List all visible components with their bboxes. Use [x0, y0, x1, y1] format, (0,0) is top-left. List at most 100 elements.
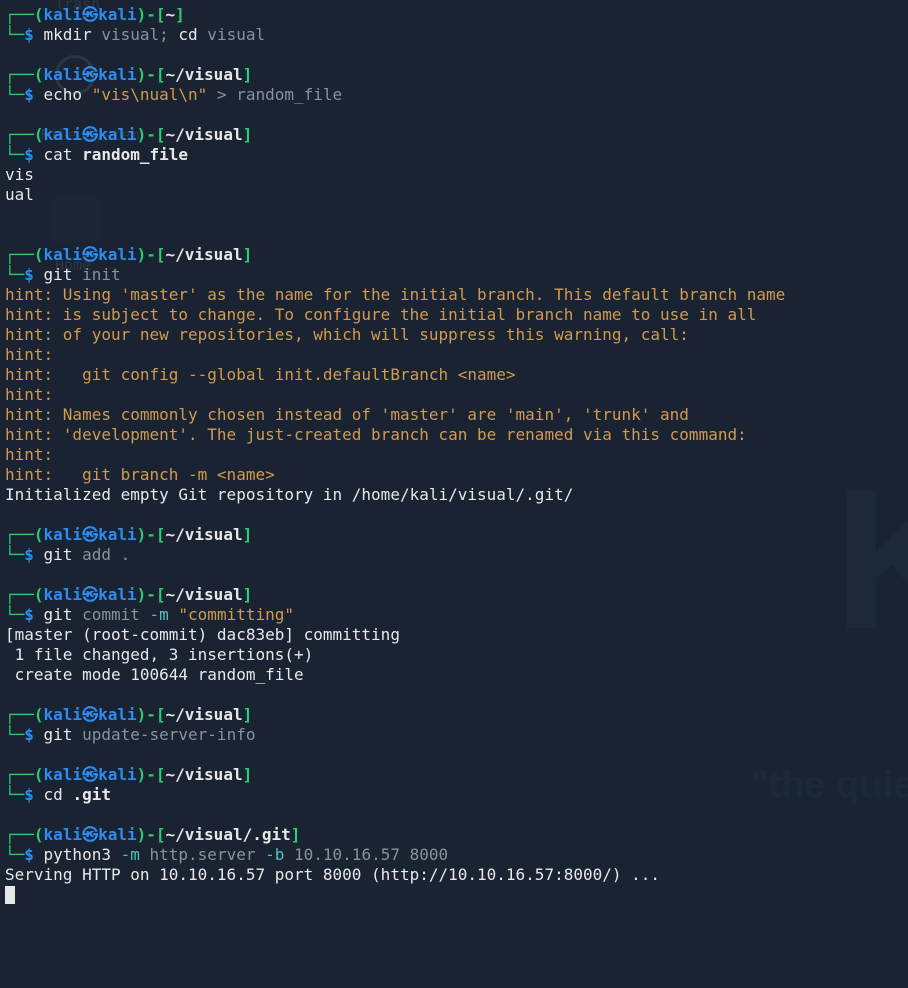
prompt-decor: ┌──(: [5, 65, 44, 84]
cmd-part: update-server-info: [72, 725, 255, 744]
output-text: [master (root-commit) dac83eb] committin…: [5, 625, 400, 644]
terminal-line: [5, 885, 903, 905]
prompt-host: kali: [98, 125, 137, 144]
prompt-symbol: $: [24, 145, 43, 164]
terminal-output[interactable]: ┌──(kali㉿kali)-[~]└─$ mkdir visual; cd v…: [0, 0, 908, 910]
prompt-user: kali: [44, 705, 83, 724]
output-text: Serving HTTP on 10.10.16.57 port 8000 (h…: [5, 865, 660, 884]
cmd-part: echo: [44, 85, 83, 104]
prompt-decor: └─: [5, 545, 24, 564]
cmd-part: "vis\nual\n": [92, 85, 208, 104]
cmd-part: -m: [121, 845, 140, 864]
terminal-line: [5, 565, 903, 585]
terminal-line: [5, 225, 903, 245]
cmd-part: random_file: [82, 145, 188, 164]
prompt-path: ~/visual/.git: [166, 825, 291, 844]
prompt-symbol: $: [24, 85, 43, 104]
cmd-part: > random_file: [207, 85, 342, 104]
terminal-line: ┌──(kali㉿kali)-[~/visual]: [5, 765, 903, 785]
output-text: hint: git config --global init.defaultBr…: [5, 365, 516, 384]
prompt-symbol: $: [24, 605, 43, 624]
skull-icon: ㉿: [82, 825, 98, 844]
prompt-symbol: $: [24, 725, 43, 744]
terminal-line: hint:: [5, 385, 903, 405]
cmd-part: init: [72, 265, 120, 284]
skull-icon: ㉿: [82, 125, 98, 144]
terminal-line: hint: Using 'master' as the name for the…: [5, 285, 903, 305]
cmd-part: visual: [198, 25, 265, 44]
prompt-host: kali: [98, 65, 137, 84]
cmd-part: cd: [44, 785, 63, 804]
prompt-symbol: $: [24, 785, 43, 804]
prompt-decor: ]: [291, 825, 301, 844]
cmd-part: 10.10.16.57 8000: [284, 845, 448, 864]
prompt-decor: )-[: [137, 825, 166, 844]
terminal-line: └─$ git add .: [5, 545, 903, 565]
terminal-line: [5, 505, 903, 525]
output-text: hint:: [5, 345, 53, 364]
output-text: hint: of your new repositories, which wi…: [5, 325, 689, 344]
prompt-symbol: $: [24, 25, 43, 44]
prompt-host: kali: [98, 765, 137, 784]
terminal-line: ┌──(kali㉿kali)-[~/visual]: [5, 525, 903, 545]
cmd-part: cd: [178, 25, 197, 44]
prompt-user: kali: [44, 125, 83, 144]
prompt-path: ~: [166, 5, 176, 24]
terminal-line: hint:: [5, 345, 903, 365]
prompt-decor: └─: [5, 785, 24, 804]
cmd-part: .git: [72, 785, 111, 804]
prompt-decor: )-[: [137, 5, 166, 24]
prompt-host: kali: [98, 5, 137, 24]
cmd-part: visual;: [92, 25, 179, 44]
prompt-decor: ┌──(: [5, 525, 44, 544]
output-text: ual: [5, 185, 34, 204]
prompt-host: kali: [98, 525, 137, 544]
cmd-part: git: [44, 265, 73, 284]
cursor: [5, 886, 15, 904]
output-text: hint: Names commonly chosen instead of '…: [5, 405, 689, 424]
output-text: hint: git branch -m <name>: [5, 465, 275, 484]
terminal-line: hint: is subject to change. To configure…: [5, 305, 903, 325]
prompt-decor: └─: [5, 265, 24, 284]
cmd-part: commit: [72, 605, 149, 624]
prompt-symbol: $: [24, 265, 43, 284]
terminal-line: [5, 745, 903, 765]
output-text: vis: [5, 165, 34, 184]
prompt-decor: )-[: [137, 585, 166, 604]
terminal-line: 1 file changed, 3 insertions(+): [5, 645, 903, 665]
terminal-line: └─$ python3 -m http.server -b 10.10.16.5…: [5, 845, 903, 865]
terminal-line: hint:: [5, 445, 903, 465]
cmd-part: cat: [44, 145, 73, 164]
skull-icon: ㉿: [82, 65, 98, 84]
skull-icon: ㉿: [82, 705, 98, 724]
cmd-part: python3: [44, 845, 111, 864]
prompt-decor: )-[: [137, 525, 166, 544]
prompt-decor: ]: [243, 125, 253, 144]
prompt-decor: ┌──(: [5, 705, 44, 724]
prompt-decor: ┌──(: [5, 765, 44, 784]
prompt-decor: ]: [243, 525, 253, 544]
cmd-part: [63, 785, 73, 804]
prompt-path: ~/visual: [166, 245, 243, 264]
terminal-line: [5, 685, 903, 705]
prompt-decor: )-[: [137, 65, 166, 84]
terminal-line: └─$ git update-server-info: [5, 725, 903, 745]
terminal-line: ┌──(kali㉿kali)-[~/visual]: [5, 125, 903, 145]
cmd-part: http.server: [140, 845, 265, 864]
prompt-decor: └─: [5, 605, 24, 624]
output-text: 1 file changed, 3 insertions(+): [5, 645, 313, 664]
terminal-line: hint: Names commonly chosen instead of '…: [5, 405, 903, 425]
prompt-path: ~/visual: [166, 765, 243, 784]
skull-icon: ㉿: [82, 585, 98, 604]
output-text: hint: is subject to change. To configure…: [5, 305, 756, 324]
terminal-line: hint: git branch -m <name>: [5, 465, 903, 485]
prompt-host: kali: [98, 825, 137, 844]
output-text: hint:: [5, 445, 53, 464]
terminal-line: └─$ echo "vis\nual\n" > random_file: [5, 85, 903, 105]
prompt-decor: )-[: [137, 705, 166, 724]
terminal-line: Initialized empty Git repository in /hom…: [5, 485, 903, 505]
prompt-decor: )-[: [137, 245, 166, 264]
terminal-line: └─$ mkdir visual; cd visual: [5, 25, 903, 45]
terminal-line: └─$ cat random_file: [5, 145, 903, 165]
terminal-line: [5, 45, 903, 65]
